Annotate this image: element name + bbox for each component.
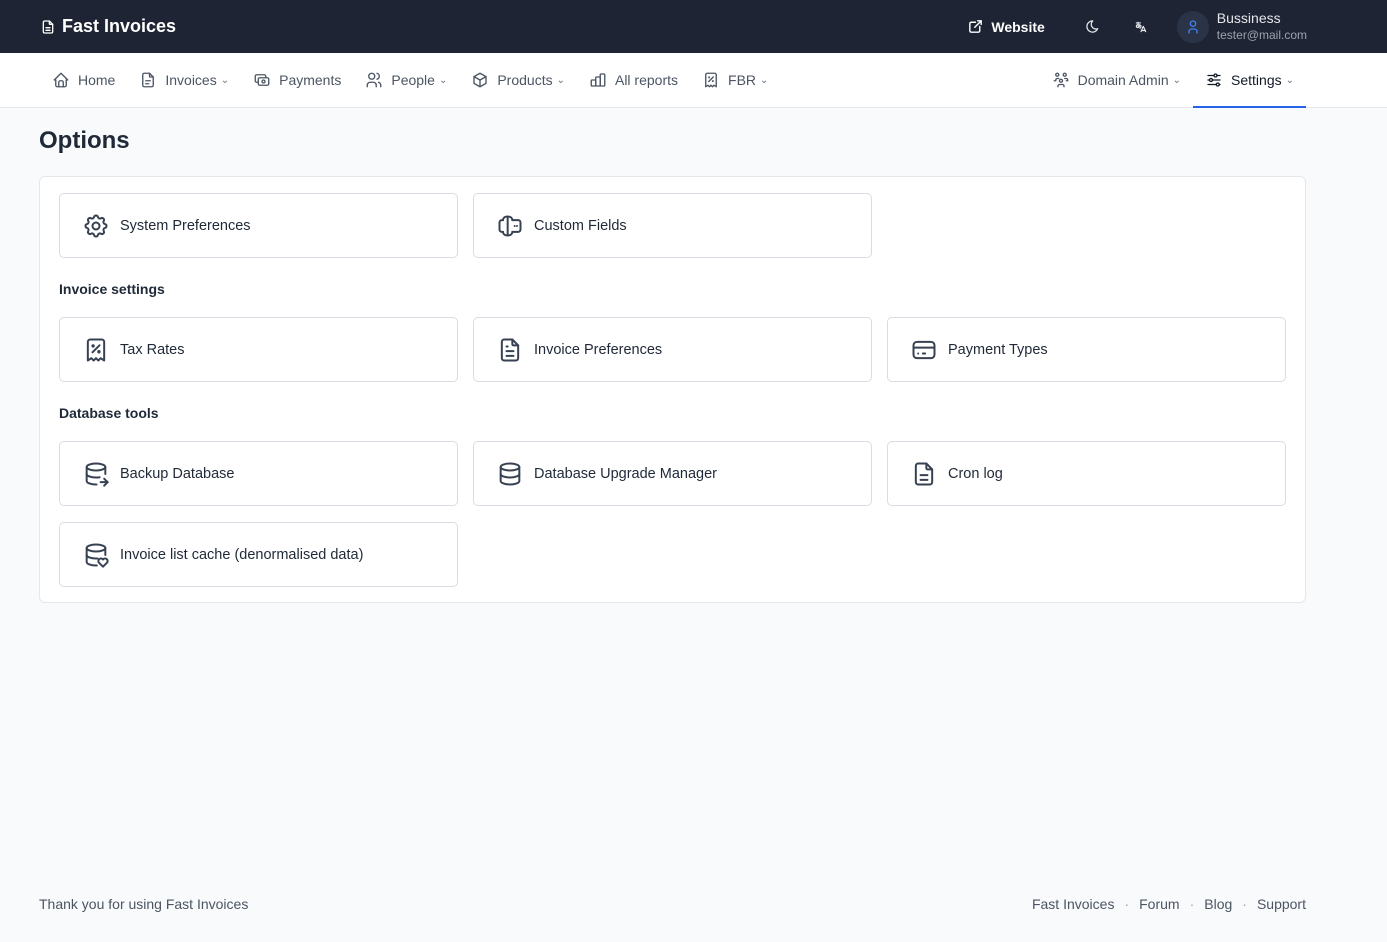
- chevron-down-icon: ⌄: [1285, 74, 1294, 86]
- footer-text: Thank you for using Fast Invoices: [39, 896, 249, 912]
- nav-fbr[interactable]: FBR ⌄: [690, 53, 780, 107]
- nav-fbr-label: FBR: [728, 72, 757, 88]
- card-label: Database Upgrade Manager: [534, 465, 717, 482]
- nav-invoices-label: Invoices: [165, 72, 217, 88]
- chevron-down-icon: ⌄: [220, 74, 230, 86]
- top-bar: Fast Invoices Website Bussiness tester@m…: [0, 0, 1387, 53]
- footer-link-forum[interactable]: Forum: [1139, 896, 1179, 912]
- language-button[interactable]: [1129, 15, 1153, 39]
- avatar: [1176, 10, 1209, 43]
- dark-mode-toggle[interactable]: [1081, 15, 1105, 39]
- custom-fields-card[interactable]: Custom Fields: [473, 193, 872, 258]
- card-label: Payment Types: [948, 341, 1048, 358]
- database-upgrade-manager-card[interactable]: Database Upgrade Manager: [473, 441, 872, 506]
- database-icon: [496, 460, 524, 488]
- user-name: Bussiness: [1216, 9, 1281, 26]
- nav-settings[interactable]: Settings ⌄: [1193, 53, 1306, 108]
- nav-people-label: People: [391, 72, 435, 88]
- card-label: Invoice Preferences: [534, 341, 663, 358]
- card-label: Invoice list cache (denormalised data): [120, 546, 364, 563]
- invoice-preferences-card[interactable]: Invoice Preferences: [473, 317, 872, 382]
- nav-domain-admin[interactable]: Domain Admin ⌄: [1040, 53, 1193, 107]
- tax-rates-card[interactable]: Tax Rates: [59, 317, 458, 382]
- backup-database-card[interactable]: Backup Database: [59, 441, 458, 506]
- chart-icon: [589, 71, 607, 89]
- section-title-invoice-settings: Invoice settings: [59, 281, 165, 297]
- chevron-down-icon: ⌄: [1172, 74, 1182, 86]
- users-group-icon: [1052, 71, 1070, 89]
- sliders-icon: [1205, 71, 1223, 89]
- invoice-list-cache-card[interactable]: Invoice list cache (denormalised data): [59, 522, 458, 587]
- receipt-tax-icon: [702, 71, 720, 89]
- nav-settings-label: Settings: [1231, 72, 1282, 88]
- footer-separator: ·: [1124, 896, 1130, 912]
- nav-invoices[interactable]: Invoices ⌄: [127, 53, 241, 107]
- gear-icon: [82, 212, 110, 240]
- chevron-down-icon: ⌄: [760, 74, 769, 86]
- footer-link-support[interactable]: Support: [1257, 896, 1306, 912]
- database-export-icon: [82, 460, 110, 488]
- file-text-icon: [910, 460, 938, 488]
- card-label: Backup Database: [120, 465, 235, 482]
- database-heart-icon: [82, 541, 110, 569]
- footer-links: Fast Invoices · Forum · Blog · Support: [1032, 896, 1306, 912]
- nav-products-label: Products: [497, 72, 553, 88]
- footer-link-fast-invoices[interactable]: Fast Invoices: [1032, 896, 1114, 912]
- nav-products[interactable]: Products ⌄: [459, 53, 577, 107]
- brand-name: Fast Invoices: [62, 16, 177, 36]
- user-menu[interactable]: Bussiness tester@mail.com: [1176, 9, 1307, 44]
- user-icon: [1185, 19, 1201, 35]
- credit-card-icon: [910, 336, 938, 364]
- nav-home[interactable]: Home: [40, 53, 127, 107]
- system-preferences-card[interactable]: System Preferences: [59, 193, 458, 258]
- card-label: Tax Rates: [120, 341, 185, 358]
- nav-payments-label: Payments: [279, 72, 342, 88]
- footer-link-blog[interactable]: Blog: [1204, 896, 1232, 912]
- card-label: Custom Fields: [534, 217, 627, 234]
- card-label: System Preferences: [120, 217, 251, 234]
- nav-all-reports[interactable]: All reports: [577, 53, 690, 107]
- document-icon: [40, 19, 56, 35]
- people-icon: [365, 71, 383, 89]
- home-icon: [52, 71, 70, 89]
- payment-types-card[interactable]: Payment Types: [887, 317, 1286, 382]
- chevron-down-icon: ⌄: [556, 74, 565, 86]
- user-email: tester@mail.com: [1216, 27, 1307, 42]
- nav-payments[interactable]: Payments: [241, 53, 353, 107]
- nav-home-label: Home: [78, 72, 116, 88]
- nav-domain-admin-label: Domain Admin: [1077, 72, 1169, 88]
- website-label: Website: [991, 18, 1045, 35]
- file-text-icon: [496, 336, 524, 364]
- chevron-down-icon: ⌄: [438, 74, 448, 86]
- receipt-tax-icon: [82, 336, 110, 364]
- main-nav: Home Invoices ⌄ Payments People ⌄ Produc…: [0, 53, 1387, 108]
- cron-log-card[interactable]: Cron log: [887, 441, 1286, 506]
- section-title-database-tools: Database tools: [59, 405, 159, 421]
- footer-separator: ·: [1189, 896, 1195, 912]
- page-title: Options: [39, 127, 130, 154]
- text-field-icon: [496, 212, 524, 240]
- card-label: Cron log: [948, 465, 1003, 482]
- footer-separator: ·: [1242, 896, 1247, 912]
- language-icon: [1134, 20, 1148, 34]
- brand[interactable]: Fast Invoices: [40, 0, 176, 53]
- website-link[interactable]: Website: [967, 18, 1045, 35]
- external-link-icon: [967, 18, 984, 35]
- options-panel: System Preferences Custom Fields Invoice…: [39, 176, 1306, 603]
- nav-people[interactable]: People ⌄: [353, 53, 459, 107]
- moon-icon: [1085, 19, 1100, 34]
- payments-icon: [253, 71, 271, 89]
- nav-all-reports-label: All reports: [614, 72, 679, 88]
- box-icon: [471, 71, 489, 89]
- invoice-icon: [139, 71, 157, 89]
